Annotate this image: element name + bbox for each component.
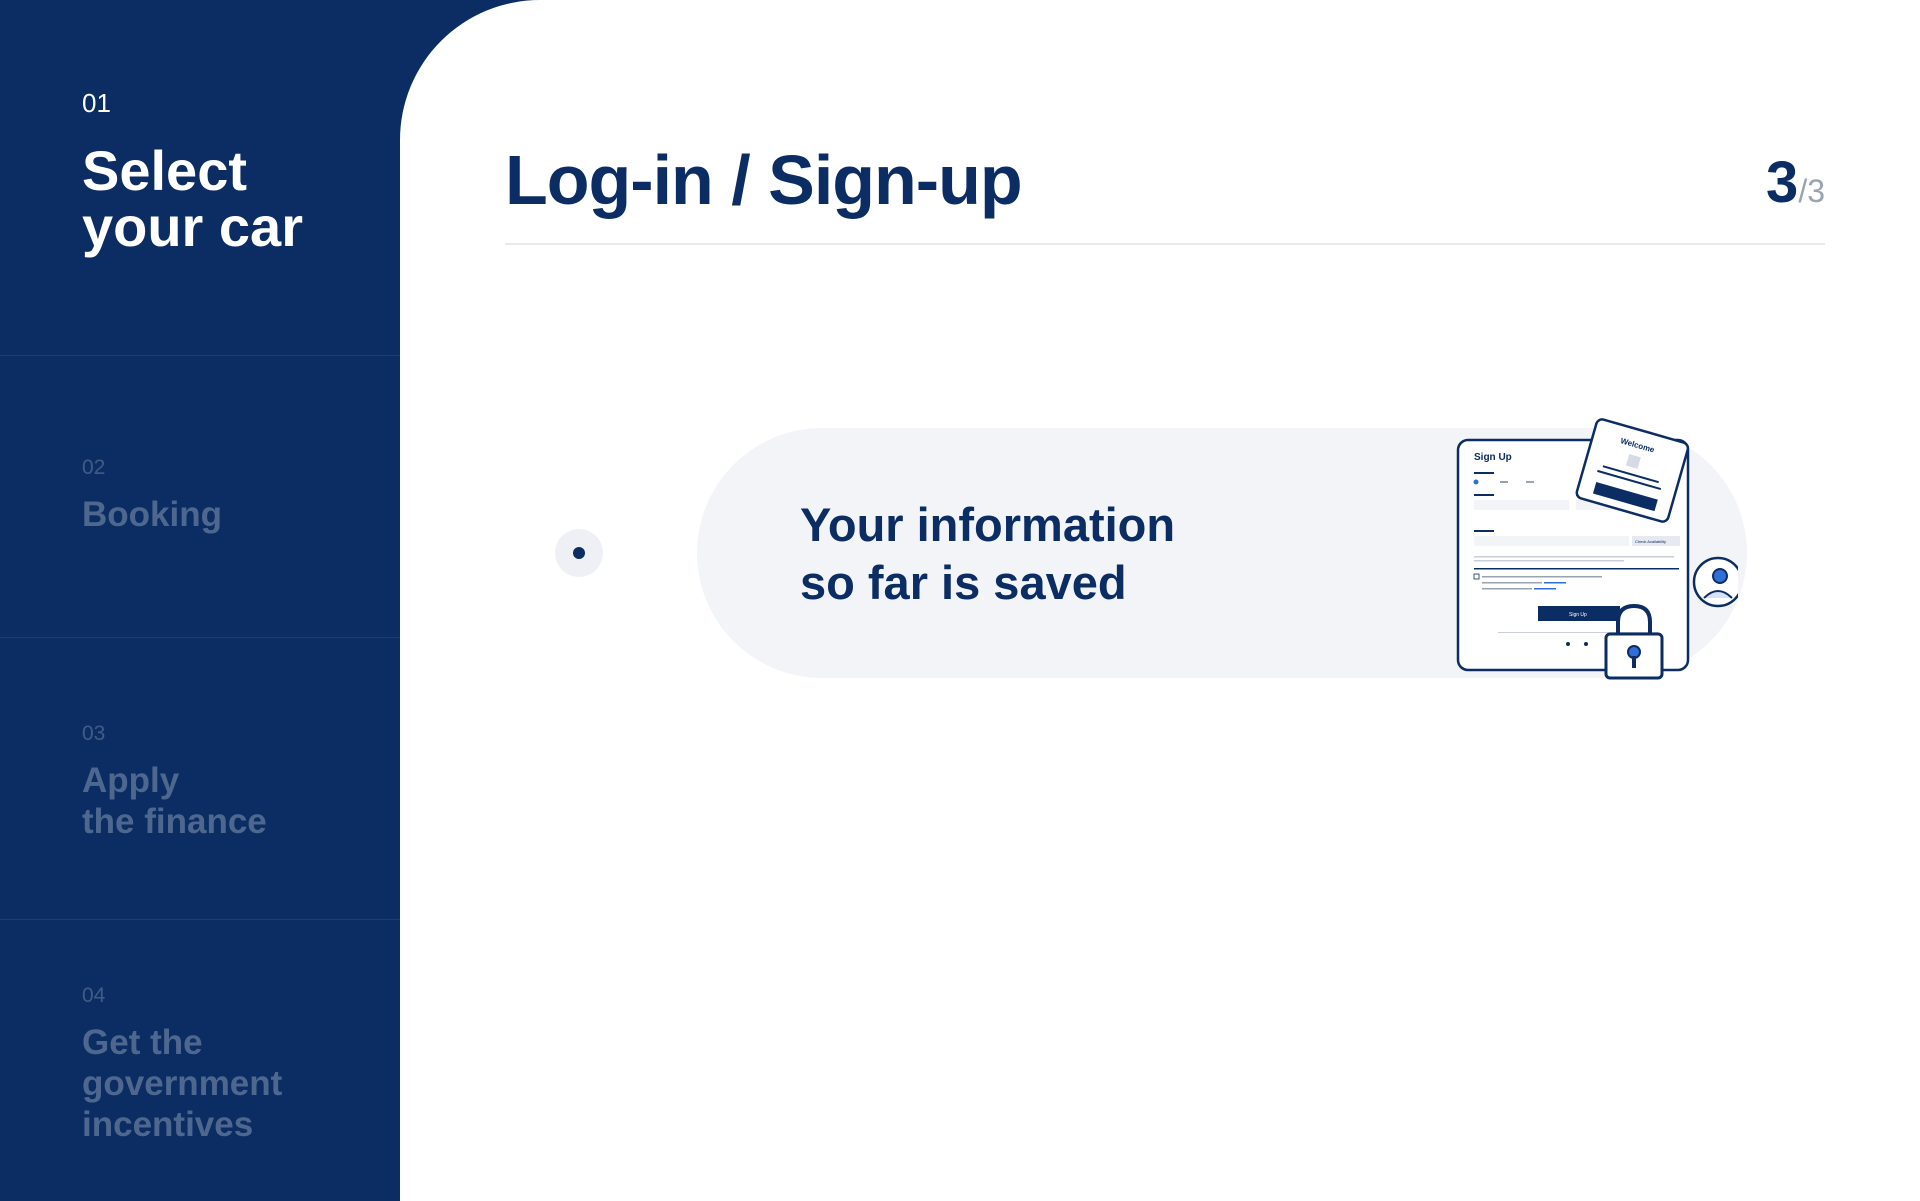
main-panel: Log-in / Sign-up 3/3 Your information so… — [400, 0, 1920, 1201]
sidebar: 01 Select your car 02 Booking 03 Apply t… — [0, 0, 400, 1201]
bullet-dot — [555, 529, 603, 577]
pager-current: 3 — [1766, 150, 1799, 215]
form-line — [1474, 472, 1494, 474]
step-number: 01 — [82, 88, 111, 118]
sidebar-step-incentives[interactable]: 04 Get the government incentives — [0, 920, 400, 1201]
step-title: Booking — [82, 495, 222, 534]
form-line — [1474, 530, 1494, 532]
form-line — [1482, 576, 1602, 578]
radio-icon — [1473, 479, 1479, 485]
form-field — [1474, 536, 1629, 546]
step-title: Select your car — [82, 139, 303, 258]
form-line — [1534, 588, 1556, 590]
form-line — [1482, 588, 1532, 590]
page-title: Log-in / Sign-up — [505, 141, 1023, 219]
signup-illustration: Sign Up Check Availability Sign Up Welco… — [1456, 418, 1738, 680]
form-line — [1544, 582, 1566, 584]
form-line — [1474, 494, 1494, 496]
sidebar-step-select-car[interactable]: 01 Select your car — [0, 0, 400, 356]
sidebar-step-booking[interactable]: 02 Booking — [0, 356, 400, 638]
step-number: 02 — [82, 456, 106, 479]
step-number: 04 — [82, 984, 106, 1007]
step-pager: 3/3 — [1766, 149, 1825, 216]
step-number: 03 — [82, 722, 106, 745]
form-line — [1474, 556, 1674, 558]
check-availability-label: Check Availability — [1635, 539, 1666, 544]
pager-total: /3 — [1798, 173, 1825, 209]
sidebar-step-apply-finance[interactable]: 03 Apply the finance — [0, 638, 400, 920]
bullet-dot-inner — [573, 547, 585, 559]
user-avatar-icon — [1692, 556, 1738, 608]
divider — [1474, 568, 1679, 570]
form-line — [1526, 481, 1534, 483]
social-icon — [1584, 642, 1588, 646]
social-icon — [1566, 642, 1570, 646]
step-title: Apply the finance — [82, 761, 267, 841]
signup-button-label: Sign Up — [1569, 612, 1587, 618]
info-message: Your information so far is saved — [800, 498, 1176, 609]
form-line — [1482, 582, 1542, 584]
signup-card-title: Sign Up — [1474, 452, 1512, 463]
form-field — [1474, 500, 1569, 510]
form-line — [1474, 560, 1624, 562]
page-header: Log-in / Sign-up 3/3 — [505, 135, 1825, 245]
form-line — [1500, 481, 1508, 483]
step-title: Get the government incentives — [82, 1023, 283, 1144]
